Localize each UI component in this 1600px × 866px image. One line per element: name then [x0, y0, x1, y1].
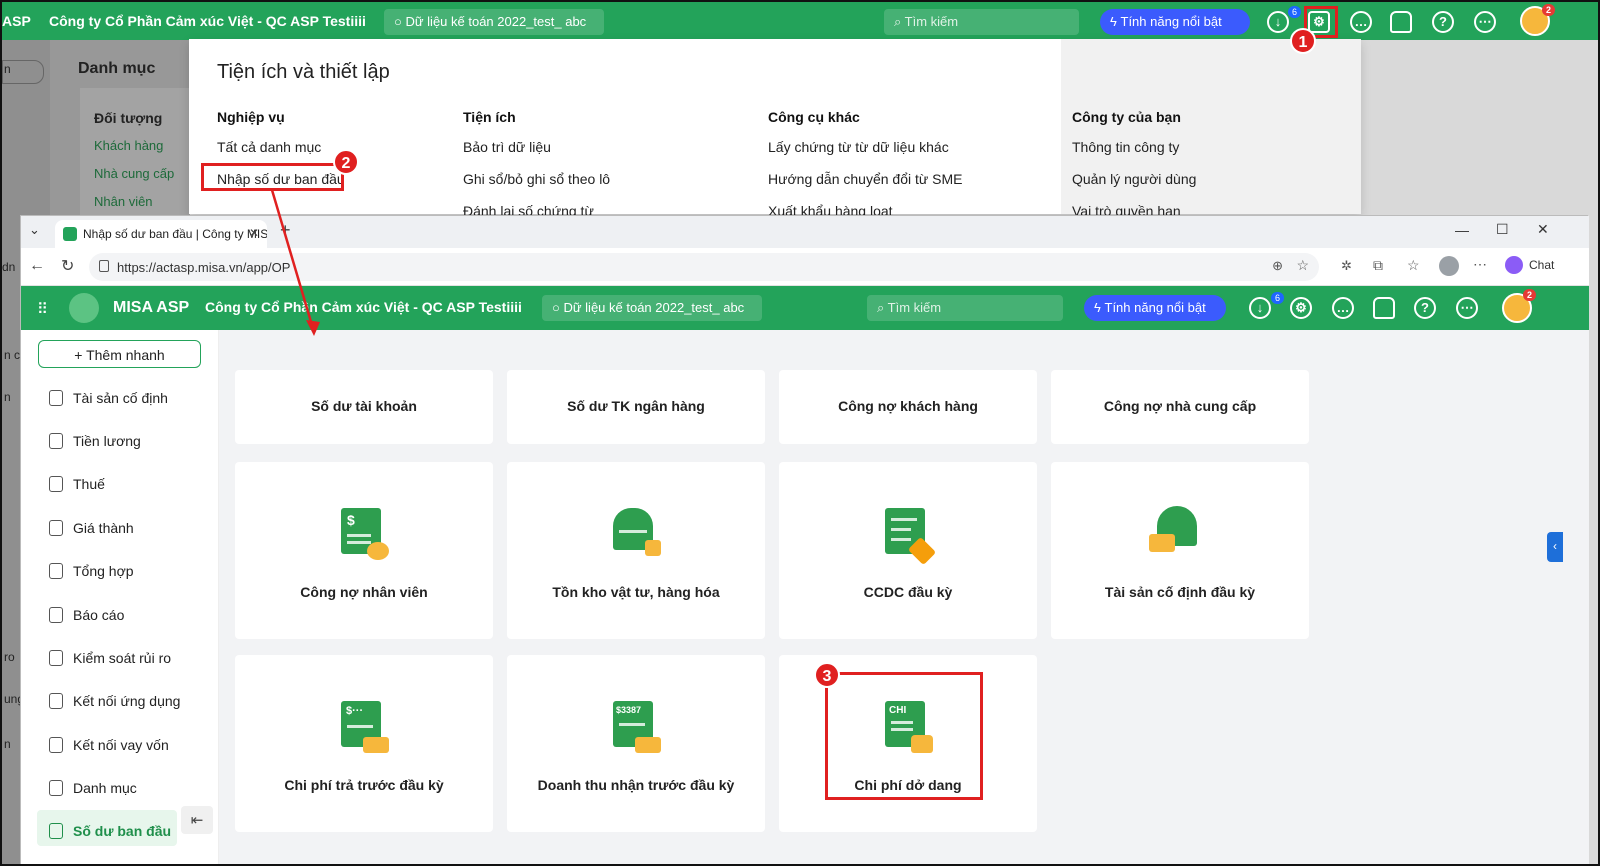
screenshot-frame: ASP Công ty Cổ Phần Cảm xúc Việt - QC AS…: [0, 0, 1600, 866]
annotation-arrow: [270, 189, 320, 336]
